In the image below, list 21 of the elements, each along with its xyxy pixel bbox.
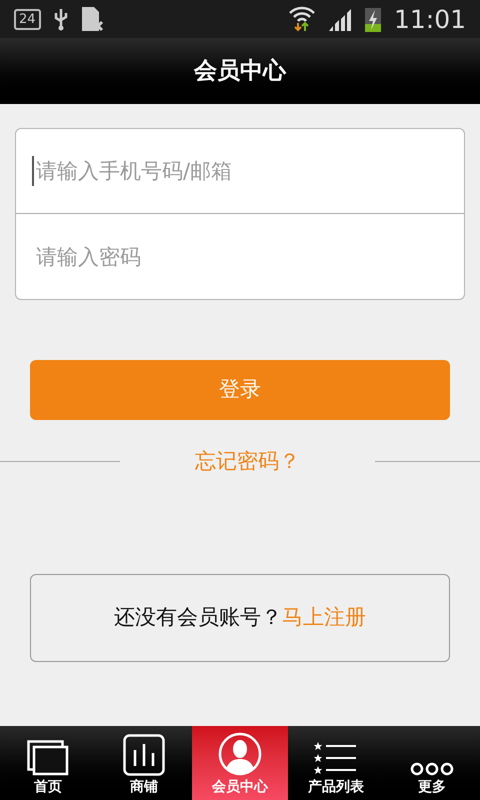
tab[interactable]: 首页 xyxy=(0,726,96,800)
usb-icon xyxy=(52,7,69,31)
bar-chart-icon xyxy=(123,734,165,776)
input-field[interactable]: 请输入手机号码/邮箱 xyxy=(15,128,465,214)
tab[interactable]: 会员中心 xyxy=(192,726,288,800)
clock: 11:01 xyxy=(394,6,466,32)
register-prompt: 还没有会员账号？ xyxy=(114,604,282,631)
wifi-icon xyxy=(288,5,316,33)
more-icon xyxy=(410,762,454,776)
tab[interactable]: 产品列表 xyxy=(288,726,384,800)
sim-card-icon xyxy=(80,6,105,32)
windows-icon xyxy=(27,740,69,776)
star-list-icon xyxy=(314,742,358,776)
battery-icon xyxy=(364,6,382,32)
input-field[interactable]: 请输入密码 xyxy=(15,214,465,300)
notification-badge: 24 xyxy=(14,8,41,30)
page-title: 会员中心 xyxy=(194,56,286,86)
signal-icon xyxy=(328,7,352,31)
user-icon xyxy=(218,732,262,776)
tab[interactable]: 商铺 xyxy=(96,726,192,800)
tab[interactable]: 更多 xyxy=(384,726,480,800)
